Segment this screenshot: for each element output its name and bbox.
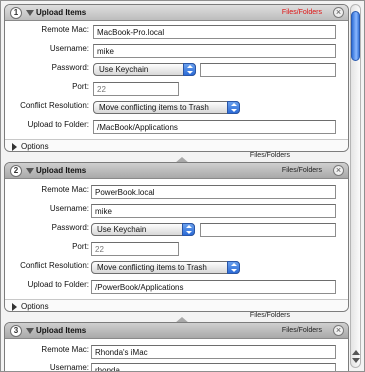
action-output-type: Files/Folders [281,167,322,174]
conflict-popup[interactable]: Move conflicting items to Trash [91,261,240,274]
port-field[interactable]: 22 [91,242,179,256]
remote-mac-row: Remote Mac: [5,343,89,359]
port-row: Port: [5,80,89,96]
password-row: Password: [5,221,89,237]
disclosure-triangle-icon[interactable] [26,168,34,174]
action-header[interactable]: 3 Upload Items Files/Folders × [5,323,348,339]
password-popup[interactable]: Use Keychain [91,223,195,236]
remote-mac-row: Remote Mac: [5,23,89,39]
popup-arrows-icon [182,223,195,236]
connector-type-label: Files/Folders [249,152,290,159]
options-footer[interactable]: Options [5,139,348,151]
disclosure-triangle-icon[interactable] [26,10,34,16]
upload-folder-field[interactable]: /MacBook/Applications [93,120,336,134]
remote-mac-field[interactable]: Rhonda's iMac [91,345,336,359]
port-label: Port: [72,242,89,251]
upload-folder-label: Upload to Folder: [27,120,89,129]
connector-2: Files/Folders [4,312,349,323]
remote-mac-label: Remote Mac: [41,185,89,194]
port-field[interactable]: 22 [93,82,179,96]
close-icon[interactable]: × [333,325,344,336]
remote-mac-label: Remote Mac: [41,25,89,34]
password-popup-value: Use Keychain [97,225,147,234]
username-row: Username: [5,202,89,218]
remote-mac-row: Remote Mac: [5,183,89,199]
upload-folder-row: Upload to Folder: [5,118,89,134]
options-toggle[interactable]: Options [21,302,49,311]
action-title: Upload Items [36,166,87,175]
close-icon[interactable]: × [333,7,344,18]
password-popup-value: Use Keychain [99,65,149,74]
upload-folder-label: Upload to Folder: [27,280,89,289]
username-label: Username: [49,363,89,372]
action-upload-items-2[interactable]: 2 Upload Items Files/Folders × Remote Ma… [4,162,349,312]
action-number-badge: 1 [10,7,22,19]
upload-folder-field[interactable]: /PowerBook/Applications [91,280,336,294]
scroll-up-arrow-icon[interactable] [352,350,360,355]
username-field[interactable]: mike [91,204,336,218]
username-label: Username: [49,204,89,213]
remote-mac-label: Remote Mac: [41,345,89,354]
popup-arrows-icon [227,261,240,274]
username-label: Username: [49,44,89,53]
upload-folder-row: Upload to Folder: [5,278,89,294]
action-output-type: Files/Folders [281,9,322,16]
port-label: Port: [72,82,89,91]
connector-1: Files/Folders [4,152,349,163]
action-number-badge: 3 [10,325,22,337]
password-label: Password: [51,223,89,232]
popup-arrows-icon [227,101,240,114]
options-toggle[interactable]: Options [21,142,49,151]
action-upload-items-3[interactable]: 3 Upload Items Files/Folders × Remote Ma… [4,322,349,372]
options-footer[interactable]: Options [5,299,348,311]
close-icon[interactable]: × [333,165,344,176]
port-row: Port: [5,240,89,256]
action-output-type: Files/Folders [281,327,322,334]
username-row: Username: [5,42,89,58]
password-popup[interactable]: Use Keychain [93,63,196,76]
password-field[interactable] [200,223,336,237]
scrollbar-thumb[interactable] [351,11,360,61]
action-title: Upload Items [36,8,87,17]
action-header[interactable]: 2 Upload Items Files/Folders × [5,163,348,179]
remote-mac-field[interactable]: PowerBook.local [91,185,336,199]
vertical-scrollbar[interactable] [350,4,361,368]
disclosure-triangle-icon[interactable] [26,328,34,334]
conflict-popup[interactable]: Move conflicting items to Trash [93,101,240,114]
conflict-row: Conflict Resolution: [5,99,89,115]
conflict-row: Conflict Resolution: [5,259,89,275]
username-field[interactable]: mike [93,44,336,58]
password-field[interactable] [200,63,336,77]
password-label: Password: [51,63,89,72]
conflict-label: Conflict Resolution: [20,261,89,270]
action-title: Upload Items [36,326,87,335]
action-upload-items-1[interactable]: 1 Upload Items Files/Folders × Remote Ma… [4,4,349,152]
username-field[interactable]: rhonda [91,363,336,371]
conflict-popup-value: Move conflicting items to Trash [97,263,207,272]
scroll-down-arrow-icon[interactable] [352,358,360,363]
username-row: Username: [5,361,89,372]
options-disclosure-icon[interactable] [12,303,17,311]
action-number-badge: 2 [10,165,22,177]
popup-arrows-icon [183,63,196,76]
conflict-label: Conflict Resolution: [20,101,89,110]
remote-mac-field[interactable]: MacBook-Pro.local [93,25,336,39]
action-header[interactable]: 1 Upload Items Files/Folders × [5,5,348,21]
conflict-popup-value: Move conflicting items to Trash [99,103,209,112]
workflow-view: 1 Upload Items Files/Folders × Remote Ma… [0,0,365,372]
connector-type-label: Files/Folders [249,312,290,319]
password-row: Password: [5,61,89,77]
options-disclosure-icon[interactable] [12,143,17,151]
